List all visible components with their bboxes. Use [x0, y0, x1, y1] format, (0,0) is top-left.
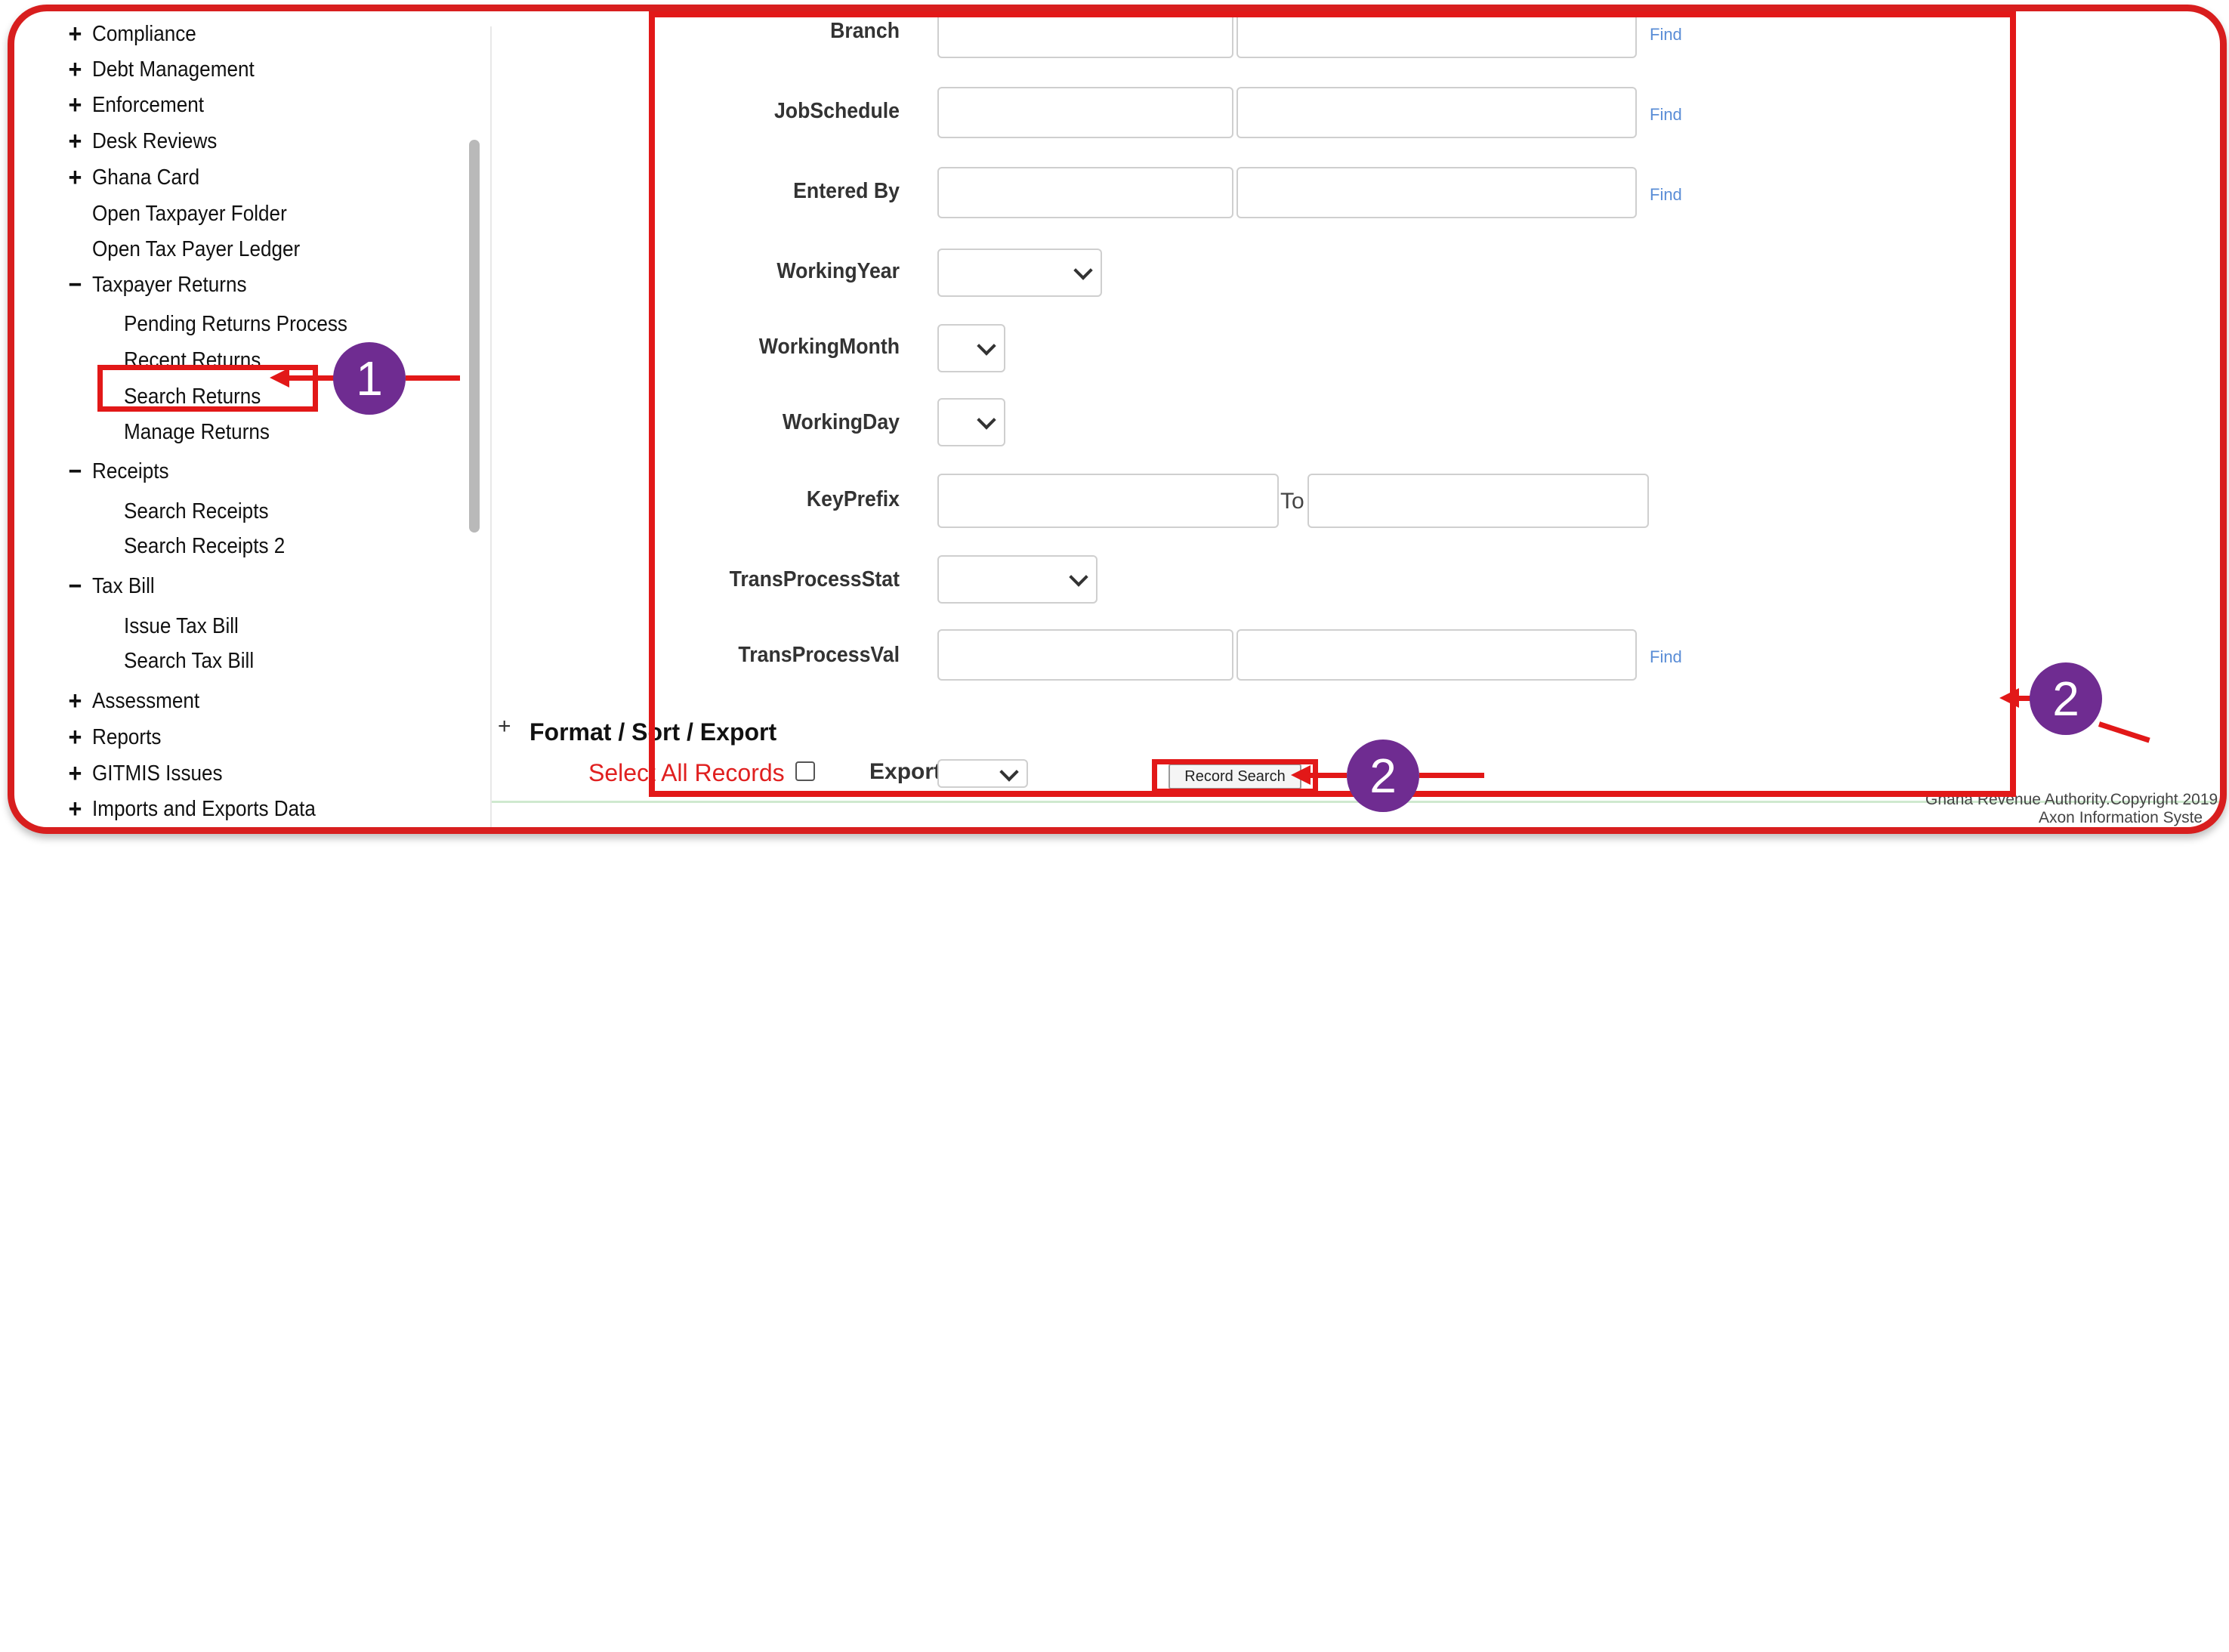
- sidebar-item-label[interactable]: Desk Reviews: [92, 129, 217, 154]
- sidebar-item-label[interactable]: Search Tax Bill: [124, 649, 254, 674]
- collapse-icon[interactable]: −: [58, 459, 92, 484]
- sidebar-item-receipts[interactable]: − Receipts: [58, 456, 169, 486]
- collapse-icon[interactable]: −: [58, 573, 92, 599]
- sidebar-item-label[interactable]: Compliance: [92, 22, 196, 47]
- sidebar-item-reports[interactable]: + Reports: [58, 722, 162, 752]
- sidebar-item-label[interactable]: Issue Tax Bill: [124, 614, 239, 639]
- sidebar-item-label[interactable]: Search Receipts: [124, 499, 269, 524]
- arrow-line: [1309, 773, 1347, 778]
- sidebar-item-label[interactable]: Pending Returns Process: [124, 312, 347, 337]
- sidebar-item-label[interactable]: Taxpayer Returns: [92, 273, 247, 298]
- window-reflection: Imports and Exports Data GITMIS Issues R…: [8, 831, 2213, 1058]
- sidebar-item-search-receipts-2[interactable]: Search Receipts 2: [124, 531, 285, 561]
- sidebar-item-pending-returns-process[interactable]: Pending Returns Process: [124, 309, 347, 339]
- sidebar-item-debt-management[interactable]: + Debt Management: [58, 54, 255, 85]
- app-window: + Compliance + Debt Management + Enforce…: [8, 5, 2227, 834]
- scrollbar-thumb[interactable]: [469, 140, 480, 533]
- expand-icon[interactable]: +: [58, 57, 92, 82]
- step-badge-2: 2: [1347, 740, 1419, 812]
- arrow-line: [1419, 773, 1484, 778]
- sidebar-item-compliance[interactable]: + Compliance: [58, 19, 196, 49]
- expand-icon[interactable]: +: [58, 796, 92, 822]
- sidebar-scrollbar[interactable]: [469, 140, 480, 533]
- sidebar-item-taxpayer-returns[interactable]: − Taxpayer Returns: [58, 270, 247, 300]
- sidebar-item-label[interactable]: Reports: [92, 725, 161, 750]
- expand-icon[interactable]: +: [58, 165, 92, 190]
- sidebar-item-open-taxpayer-folder[interactable]: Open Taxpayer Folder: [58, 199, 287, 229]
- sidebar-item-label[interactable]: Manage Returns: [124, 420, 270, 445]
- sidebar-item-gitmis-issues[interactable]: + GITMIS Issues: [58, 758, 223, 789]
- sidebar-item-search-tax-bill[interactable]: Search Tax Bill: [124, 646, 254, 676]
- sidebar-item-label[interactable]: Receipts: [92, 459, 169, 484]
- sidebar-item-label[interactable]: Ghana Card: [92, 165, 199, 190]
- arrow-line: [406, 375, 460, 381]
- arrow-head-icon: [1291, 765, 1311, 785]
- sidebar-item-label[interactable]: Debt Management: [92, 57, 255, 82]
- sidebar-item-desk-reviews[interactable]: + Desk Reviews: [58, 126, 218, 156]
- expand-icon[interactable]: +: [58, 92, 92, 118]
- sidebar-item-label[interactable]: Enforcement: [92, 93, 204, 118]
- expand-icon[interactable]: +: [58, 128, 92, 154]
- expand-icon[interactable]: +: [58, 688, 92, 714]
- arrow-line: [2098, 721, 2150, 743]
- sidebar-item-ghana-card[interactable]: + Ghana Card: [58, 162, 200, 193]
- arrow-head-icon: [270, 368, 289, 388]
- sidebar-item-tax-bill[interactable]: − Tax Bill: [58, 571, 155, 601]
- sidebar-item-label[interactable]: Search Receipts 2: [124, 534, 285, 559]
- panel-divider: [490, 26, 492, 827]
- sidebar-item-manage-returns[interactable]: Manage Returns: [124, 417, 270, 447]
- sidebar-item-label[interactable]: Assessment: [92, 689, 199, 714]
- expand-icon[interactable]: +: [58, 724, 92, 750]
- expand-icon[interactable]: +: [58, 761, 92, 786]
- sidebar-item-open-tax-payer-ledger[interactable]: Open Tax Payer Ledger: [58, 234, 300, 264]
- sidebar-item-issue-tax-bill[interactable]: Issue Tax Bill: [124, 611, 239, 641]
- sidebar-nav: + Compliance + Debt Management + Enforce…: [14, 11, 490, 827]
- sidebar-item-search-receipts[interactable]: Search Receipts: [124, 496, 269, 526]
- sidebar-item-label[interactable]: Tax Bill: [92, 574, 155, 599]
- sidebar-item-label[interactable]: Open Tax Payer Ledger: [92, 237, 300, 262]
- sidebar-item-label[interactable]: GITMIS Issues: [92, 761, 223, 786]
- expand-icon[interactable]: +: [58, 21, 92, 47]
- sidebar-item-label[interactable]: Open Taxpayer Folder: [92, 202, 287, 227]
- arrow-head-icon: [1999, 688, 2019, 708]
- screenshot-scene: + Compliance + Debt Management + Enforce…: [0, 0, 2229, 1652]
- format-toggle-icon[interactable]: +: [498, 714, 511, 740]
- collapse-icon[interactable]: −: [58, 272, 92, 298]
- form-highlight-box: [649, 11, 2016, 797]
- step-badge-2-alt: 2: [2030, 662, 2102, 735]
- step-badge-1: 1: [333, 342, 406, 415]
- sidebar-item-assessment[interactable]: + Assessment: [58, 686, 200, 716]
- sidebar-item-imports-exports-data[interactable]: + Imports and Exports Data: [58, 794, 316, 824]
- sidebar-item-enforcement[interactable]: + Enforcement: [58, 90, 204, 120]
- sidebar-item-label[interactable]: Imports and Exports Data: [92, 797, 316, 822]
- footer-company: Axon Information Syste: [2039, 809, 2203, 826]
